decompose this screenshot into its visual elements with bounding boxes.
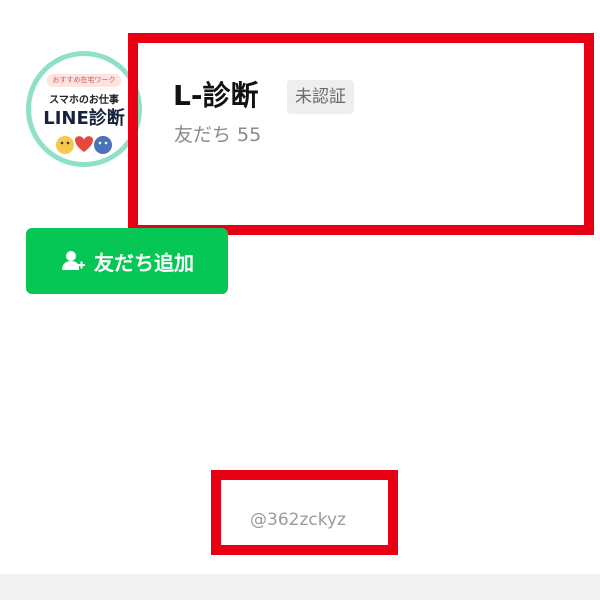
account-name: L-診断 [173,79,259,112]
account-avatar: おすすめ在宅ワーク スマホのお仕事 LINE診断 [26,51,142,167]
add-friend-label: 友だち追加 [94,250,194,275]
line-id-text: @362zckyz [250,510,346,530]
avatar-badge: おすすめ在宅ワーク [47,74,121,87]
avatar-image: おすすめ在宅ワーク スマホのお仕事 LINE診断 [31,56,137,162]
add-friend-icon [62,251,85,270]
unverified-badge: 未認証 [287,80,354,114]
mascot-illustration-icon [56,136,112,154]
friends-count: 友だち 55 [174,124,262,146]
footer-band [0,574,600,600]
add-friend-button[interactable]: 友だち追加 [26,228,228,294]
avatar-logo-text: LINE診断 [43,108,125,129]
